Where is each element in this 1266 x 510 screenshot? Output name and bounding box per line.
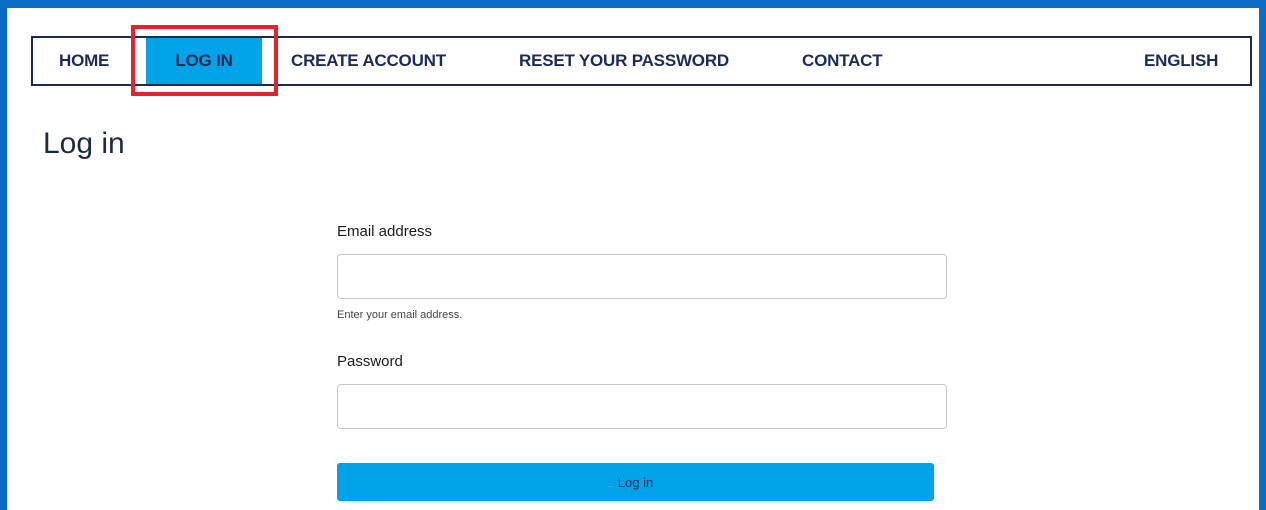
nav-log-in[interactable]: LOG IN	[146, 38, 262, 84]
page-frame: HOME LOG IN CREATE ACCOUNT RESET YOUR PA…	[0, 0, 1266, 510]
password-field[interactable]	[337, 384, 947, 429]
log-in-button[interactable]: Log in	[337, 463, 934, 501]
email-label: Email address	[337, 223, 433, 240]
password-label: Password	[337, 353, 403, 370]
email-field[interactable]	[337, 254, 947, 299]
language-selector[interactable]: ENGLISH	[1144, 38, 1218, 84]
nav-reset-password[interactable]: RESET YOUR PASSWORD	[519, 38, 729, 84]
main-navigation: HOME LOG IN CREATE ACCOUNT RESET YOUR PA…	[31, 36, 1252, 86]
nav-home[interactable]: HOME	[59, 38, 109, 84]
email-hint: Enter your email address.	[337, 309, 463, 321]
nav-contact[interactable]: CONTACT	[802, 38, 883, 84]
page-title: Log in	[43, 127, 125, 160]
nav-create-account[interactable]: CREATE ACCOUNT	[291, 38, 446, 84]
